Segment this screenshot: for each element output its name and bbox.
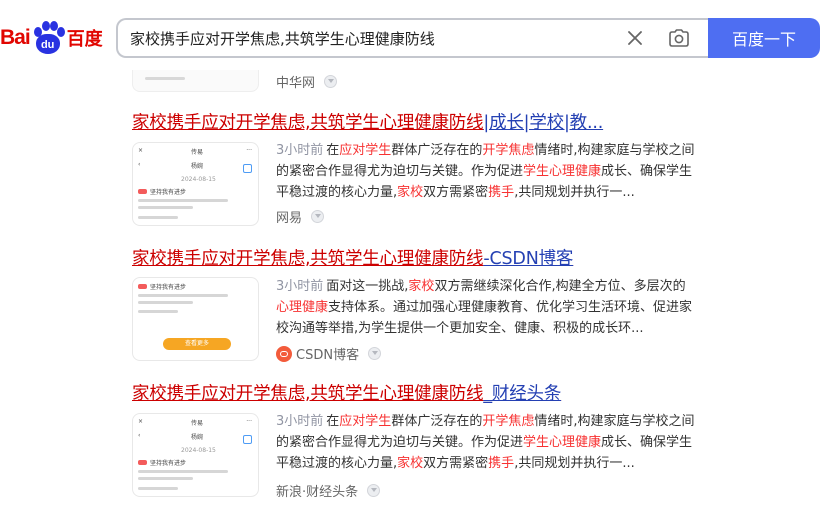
- result-time: 3小时前: [276, 143, 324, 158]
- result-snippet: 3小时前 面对这一挑战,家校双方需继续深化合作,构建全方位、多层次的心理健康支持体…: [276, 276, 696, 339]
- result-time: 3小时前: [276, 279, 324, 294]
- snippet-text: 群体广泛存在的: [391, 143, 483, 158]
- tag-icon: [138, 284, 147, 289]
- source-name[interactable]: 新浪·财经头条: [276, 481, 358, 500]
- snippet-text: 双方需紧密: [423, 185, 489, 200]
- search-result: 家校携手应对开学焦虑,共筑学生心理健康防线-CSDN博客 坚持我有进步 查看更多…: [132, 246, 712, 363]
- tag-icon: [138, 189, 147, 194]
- paw-icon: du: [31, 21, 65, 55]
- close-icon: ×: [138, 147, 144, 154]
- snippet-highlight: 心理健康: [276, 300, 329, 315]
- snippet-text: 在: [326, 143, 340, 158]
- snippet-text: ,共同规划并执行一...: [514, 185, 635, 200]
- result-title-link[interactable]: 家校携手应对开学焦虑,共筑学生心理健康防线|成长|学校|教...: [132, 110, 712, 136]
- logo-text-du: du: [35, 34, 60, 54]
- title-match: 家校携手应对开学焦虑,共筑学生心理健康防线: [132, 113, 484, 133]
- title-match: 家校携手应对开学焦虑,共筑学生心理健康防线: [132, 249, 484, 269]
- edit-icon: [243, 164, 252, 173]
- result-title-link[interactable]: 家校携手应对开学焦虑,共筑学生心理健康防线-CSDN博客: [132, 246, 712, 272]
- title-rest: -CSDN博客: [483, 249, 574, 269]
- edit-icon: [243, 435, 252, 444]
- result-snippet: 3小时前 在应对学生群体广泛存在的开学焦虑情绪时,构建家庭与学校之间的紧密合作显得…: [276, 140, 696, 203]
- search-box: [116, 18, 708, 58]
- snippet-highlight: 家校: [397, 456, 424, 471]
- logo-text-bai: Bai: [0, 26, 31, 49]
- more-options-icon[interactable]: [368, 347, 382, 360]
- title-rest: _财经头条: [483, 384, 562, 404]
- result-thumbnail[interactable]: × 传易 ··· ‹ 杨婉 2024-08-15 坚持我有进步: [132, 142, 259, 226]
- result-source: 网易: [276, 207, 325, 226]
- snippet-highlight: 家校: [408, 279, 435, 294]
- thumb-subtitle: 杨婉: [191, 434, 204, 441]
- view-more-button: 查看更多: [163, 338, 231, 350]
- search-header: Bai du 百度 百度一下: [0, 0, 830, 70]
- source-name[interactable]: 中华网: [276, 72, 315, 91]
- tag-icon: [138, 460, 147, 465]
- snippet-highlight: 携手: [488, 456, 515, 471]
- thumb-date: 2024-08-15: [181, 447, 216, 454]
- more-options-icon[interactable]: [324, 75, 338, 88]
- snippet-text: 在: [326, 414, 340, 429]
- snippet-text: 双方需紧密: [423, 456, 489, 471]
- more-options-icon[interactable]: [311, 210, 325, 223]
- thumb-title: 传易: [191, 420, 204, 427]
- thumb-item: 坚持我有进步: [150, 189, 187, 196]
- result-thumbnail[interactable]: × 传易 ··· ‹ 杨婉 2024-08-15 坚持我有进步: [132, 413, 259, 497]
- search-result: 家校携手应对开学焦虑,共筑学生心理健康防线_财经头条 × 传易 ··· ‹ 杨婉…: [132, 381, 712, 500]
- snippet-highlight: 开学焦虑: [482, 143, 535, 158]
- close-icon: ×: [138, 418, 144, 425]
- snippet-highlight: 应对学生: [339, 414, 392, 429]
- snippet-highlight: 家校: [397, 185, 424, 200]
- search-result: 家校携手应对开学焦虑,共筑学生心理健康防线|成长|学校|教... × 传易 ··…: [132, 110, 712, 226]
- baidu-logo[interactable]: Bai du 百度: [0, 20, 103, 56]
- result-snippet: 3小时前 在应对学生群体广泛存在的开学焦虑情绪时,构建家庭与学校之间的紧密合作显得…: [276, 411, 696, 474]
- more-icon: ···: [246, 147, 252, 154]
- snippet-text: ,共同规划并执行一...: [514, 456, 635, 471]
- search-button[interactable]: 百度一下: [708, 18, 820, 58]
- back-icon: ‹: [138, 432, 141, 439]
- snippet-highlight: 开学焦虑: [482, 414, 535, 429]
- snippet-highlight: 应对学生: [339, 143, 392, 158]
- title-match: 家校携手应对开学焦虑,共筑学生心理健康防线: [132, 384, 484, 404]
- logo-text-cn: 百度: [66, 29, 103, 50]
- search-input[interactable]: [118, 20, 598, 56]
- title-rest: |成长|学校|教...: [483, 113, 604, 133]
- thumb-date: 2024-08-15: [181, 176, 216, 183]
- thumb-title: 传易: [191, 149, 204, 156]
- result-source: CSDN博客: [276, 344, 382, 363]
- more-icon: ···: [246, 418, 252, 425]
- snippet-text: 双方需继续深化合作,构建全方位、多层次的: [434, 279, 686, 294]
- clear-icon[interactable]: [626, 29, 644, 47]
- more-options-icon[interactable]: [367, 484, 381, 497]
- source-name[interactable]: 网易: [276, 207, 302, 226]
- result-title-link[interactable]: 家校携手应对开学焦虑,共筑学生心理健康防线_财经头条: [132, 381, 712, 407]
- back-icon: ‹: [138, 161, 141, 168]
- result-source: 中华网: [276, 72, 338, 91]
- thumb-item: 坚持我有进步: [150, 460, 187, 467]
- snippet-highlight: 学生心理健康: [523, 164, 602, 179]
- camera-icon[interactable]: [668, 28, 690, 48]
- snippet-highlight: 携手: [488, 185, 515, 200]
- result-thumbnail[interactable]: 坚持我有进步 查看更多: [132, 277, 259, 361]
- thumb-subtitle: 杨婉: [191, 163, 204, 170]
- csdn-logo-icon: [276, 345, 292, 362]
- result-time: 3小时前: [276, 414, 324, 429]
- source-name[interactable]: CSDN博客: [296, 344, 359, 363]
- snippet-highlight: 学生心理健康: [523, 435, 602, 450]
- thumb-item: 坚持我有进步: [150, 284, 187, 291]
- snippet-text: 群体广泛存在的: [391, 414, 483, 429]
- snippet-text: 面对这一挑战,: [326, 279, 409, 294]
- snippet-text: 支持体系。通过加强心理健康教育、优化学习生活环境、促进家校沟通等举措,为学生提供…: [276, 300, 693, 336]
- result-source: 新浪·财经头条: [276, 481, 381, 500]
